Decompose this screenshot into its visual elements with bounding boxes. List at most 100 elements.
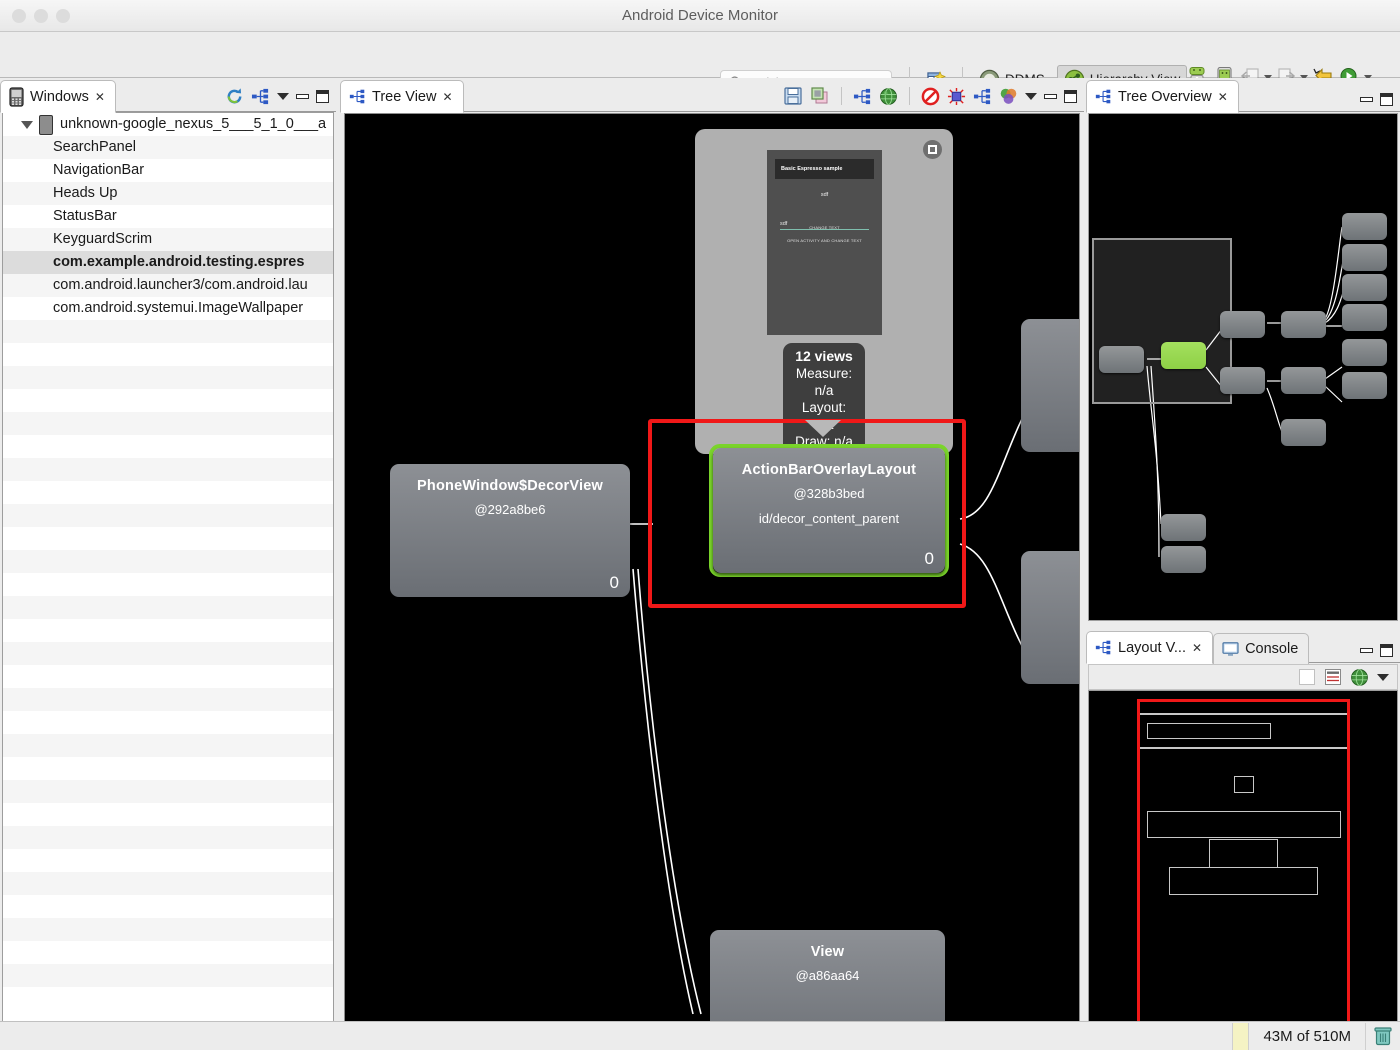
- layout-view-canvas[interactable]: [1088, 690, 1398, 1050]
- maximize-icon[interactable]: [1380, 644, 1393, 657]
- windows-tree-row[interactable]: com.android.systemui.ImageWallpaper: [3, 297, 333, 320]
- capture-layers-button[interactable]: [810, 86, 830, 106]
- overview-viewport-rect[interactable]: [1092, 238, 1232, 404]
- windows-tree-empty-row[interactable]: [3, 366, 333, 389]
- windows-tree-empty-row[interactable]: [3, 711, 333, 734]
- profile-node-button[interactable]: [999, 87, 1018, 106]
- windows-tree-row[interactable]: KeyguardScrim: [3, 228, 333, 251]
- overview-node[interactable]: [1342, 274, 1387, 301]
- minimize-button[interactable]: [34, 8, 48, 23]
- windows-tree-empty-row[interactable]: [3, 642, 333, 665]
- windows-tree-empty-row[interactable]: [3, 918, 333, 941]
- maximize-icon[interactable]: [1380, 93, 1393, 106]
- tab-tree-overview[interactable]: Tree Overview ✕: [1086, 80, 1239, 113]
- graph-node-actionbaroverlaylayout[interactable]: ActionBarOverlayLayout @328b3bed id/deco…: [713, 448, 945, 573]
- overview-node[interactable]: [1342, 213, 1387, 240]
- maximize-icon[interactable]: [316, 90, 329, 103]
- run-gc-button[interactable]: [1374, 1026, 1392, 1046]
- windows-tree-row[interactable]: unknown-google_nexus_5___5_1_0___a: [3, 113, 333, 136]
- overview-node[interactable]: [1281, 311, 1326, 338]
- graph-node-decorview[interactable]: PhoneWindow$DecorView @292a8be6 0: [390, 464, 630, 597]
- windows-tree-empty-row[interactable]: [3, 343, 333, 366]
- tab-layout-view[interactable]: Layout V... ✕: [1086, 631, 1214, 664]
- graph-node-partial-top[interactable]: [1021, 319, 1079, 452]
- overview-node[interactable]: [1281, 367, 1326, 394]
- show-extras-button[interactable]: [1298, 668, 1316, 686]
- view-menu-icon[interactable]: [277, 93, 289, 100]
- tree-overview-canvas[interactable]: [1088, 113, 1398, 621]
- invalidate-layout-button[interactable]: [921, 87, 940, 106]
- minimize-icon[interactable]: [1044, 93, 1057, 99]
- tree-view-canvas[interactable]: Basic Espresso sample sdf sdf CHANGE TEX…: [344, 113, 1080, 1050]
- windows-tree-empty-row[interactable]: [3, 895, 333, 918]
- windows-tree-empty-row[interactable]: [3, 987, 333, 1010]
- load-overlay-button[interactable]: [879, 87, 898, 106]
- overview-node[interactable]: [1281, 419, 1326, 446]
- windows-tree-empty-row[interactable]: [3, 688, 333, 711]
- windows-tree-empty-row[interactable]: [3, 458, 333, 481]
- view-menu-icon[interactable]: [1025, 92, 1037, 100]
- windows-tree[interactable]: unknown-google_nexus_5___5_1_0___a Search…: [2, 112, 334, 1025]
- view-menu-icon[interactable]: [1377, 673, 1389, 681]
- close-button[interactable]: [12, 8, 26, 23]
- windows-tree-empty-row[interactable]: [3, 527, 333, 550]
- tab-tree-view[interactable]: Tree View ✕: [340, 80, 464, 113]
- preview-expand-button[interactable]: [923, 140, 942, 159]
- windows-tree-empty-row[interactable]: [3, 734, 333, 757]
- windows-tree-row[interactable]: StatusBar: [3, 205, 333, 228]
- overview-node[interactable]: [1342, 372, 1387, 399]
- graph-node-partial-bottom[interactable]: [1021, 551, 1079, 684]
- windows-tree-empty-row[interactable]: [3, 389, 333, 412]
- overview-node[interactable]: [1220, 367, 1265, 394]
- windows-tree-empty-row[interactable]: [3, 941, 333, 964]
- overview-node[interactable]: [1220, 311, 1265, 338]
- expand-arrow-icon[interactable]: [21, 120, 33, 129]
- windows-tree-empty-row[interactable]: [3, 596, 333, 619]
- windows-tree-empty-row[interactable]: [3, 849, 333, 872]
- maximize-icon[interactable]: [1064, 89, 1077, 103]
- dump-display-list-button[interactable]: [973, 87, 992, 106]
- windows-tree-empty-row[interactable]: [3, 964, 333, 987]
- overview-node-selected[interactable]: [1161, 342, 1206, 369]
- windows-tree-empty-row[interactable]: [3, 481, 333, 504]
- window-controls[interactable]: [12, 8, 70, 23]
- windows-tree-empty-row[interactable]: [3, 826, 333, 849]
- minimize-icon[interactable]: [296, 94, 309, 99]
- overview-node[interactable]: [1342, 339, 1387, 366]
- windows-tree-row[interactable]: NavigationBar: [3, 159, 333, 182]
- windows-tree-empty-row[interactable]: [3, 504, 333, 527]
- overview-node[interactable]: [1161, 514, 1206, 541]
- display-view-button[interactable]: [853, 87, 872, 106]
- windows-tree-empty-row[interactable]: [3, 573, 333, 596]
- tab-tree-overview-close-icon[interactable]: ✕: [1218, 90, 1228, 104]
- windows-tree-empty-row[interactable]: [3, 757, 333, 780]
- windows-tree-empty-row[interactable]: [3, 665, 333, 688]
- windows-tree-empty-row[interactable]: [3, 619, 333, 642]
- windows-tree-empty-row[interactable]: [3, 412, 333, 435]
- overview-node[interactable]: [1099, 346, 1144, 373]
- windows-tree-empty-row[interactable]: [3, 320, 333, 343]
- windows-tree-empty-row[interactable]: [3, 780, 333, 803]
- load-overlay-button[interactable]: [1350, 668, 1369, 687]
- save-as-png-button[interactable]: [783, 86, 803, 106]
- windows-tree-empty-row[interactable]: [3, 435, 333, 458]
- tab-console[interactable]: Console: [1213, 633, 1310, 664]
- tab-windows[interactable]: Windows ✕: [0, 80, 116, 113]
- minimize-icon[interactable]: [1360, 97, 1373, 102]
- windows-tree-row[interactable]: Heads Up: [3, 182, 333, 205]
- windows-tree-empty-row[interactable]: [3, 803, 333, 826]
- refresh-button[interactable]: [225, 87, 244, 106]
- load-view-hierarchy-button[interactable]: [251, 87, 270, 106]
- overview-node[interactable]: [1342, 244, 1387, 271]
- tab-windows-close-icon[interactable]: ✕: [95, 90, 105, 104]
- overview-node[interactable]: [1161, 546, 1206, 573]
- layout-bounds-button[interactable]: [1324, 668, 1342, 686]
- tab-tree-view-close-icon[interactable]: ✕: [442, 90, 452, 104]
- windows-tree-row[interactable]: SearchPanel: [3, 136, 333, 159]
- minimize-icon[interactable]: [1360, 648, 1373, 653]
- tab-layout-view-close-icon[interactable]: ✕: [1192, 641, 1202, 655]
- windows-tree-row[interactable]: com.example.android.testing.espres: [3, 251, 333, 274]
- windows-tree-empty-row[interactable]: [3, 550, 333, 573]
- zoom-button[interactable]: [56, 8, 70, 23]
- request-layout-button[interactable]: [947, 87, 966, 106]
